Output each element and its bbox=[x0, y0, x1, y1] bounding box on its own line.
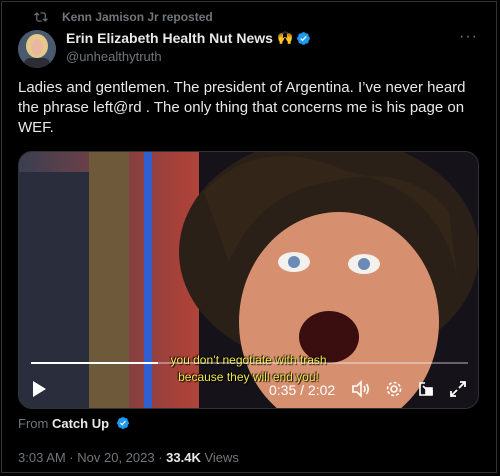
avatar[interactable] bbox=[18, 30, 56, 68]
raised-hands-emoji: 🙌 bbox=[276, 30, 294, 45]
video-player[interactable]: you don’t negotiate with trash because t… bbox=[18, 151, 479, 409]
volume-icon bbox=[352, 380, 370, 398]
fullscreen-icon bbox=[450, 381, 466, 397]
tweet-text: Ladies and gentlemen. The president of A… bbox=[18, 79, 466, 136]
repost-text[interactable]: Kenn Jamison Jr reposted bbox=[62, 10, 213, 24]
tweet-meta: 3:03 AM · Nov 20, 2023 · 33.4K Views bbox=[18, 450, 239, 465]
verified-badge-icon bbox=[116, 417, 129, 429]
author-row: Erin Elizabeth Health Nut News 🙌 bbox=[66, 30, 311, 46]
settings-button[interactable] bbox=[385, 378, 403, 400]
tweet-timestamp[interactable]: 3:03 AM · Nov 20, 2023 · bbox=[18, 450, 166, 465]
play-button[interactable] bbox=[31, 378, 47, 400]
views-label: Views bbox=[200, 450, 239, 465]
pip-button[interactable] bbox=[417, 378, 435, 400]
repost-icon bbox=[34, 12, 48, 22]
picture-in-picture-icon bbox=[419, 382, 433, 396]
source-name[interactable]: Catch Up bbox=[52, 416, 109, 431]
source-prefix: From bbox=[18, 416, 49, 431]
author-name[interactable]: Erin Elizabeth Health Nut News bbox=[66, 30, 273, 46]
progress-fill bbox=[31, 362, 158, 364]
settings-icon bbox=[386, 381, 402, 397]
verified-badge-icon[interactable] bbox=[296, 31, 311, 46]
views-count: 33.4K bbox=[166, 450, 201, 465]
subtitle-line-2: because they will end you! bbox=[178, 370, 319, 384]
play-icon bbox=[33, 381, 46, 397]
fullscreen-button[interactable] bbox=[449, 378, 467, 400]
volume-button[interactable] bbox=[351, 378, 371, 400]
more-icon[interactable]: ··· bbox=[459, 28, 478, 46]
repost-indicator: Kenn Jamison Jr reposted bbox=[34, 9, 213, 25]
video-time: 0:35 / 2:02 bbox=[269, 382, 336, 398]
author-handle[interactable]: @unhealthytruth bbox=[66, 49, 162, 64]
subtitle-line-1: you don’t negotiate with trash bbox=[170, 353, 327, 367]
source-attribution: From Catch Up bbox=[18, 416, 130, 431]
progress-bar[interactable] bbox=[31, 362, 468, 364]
